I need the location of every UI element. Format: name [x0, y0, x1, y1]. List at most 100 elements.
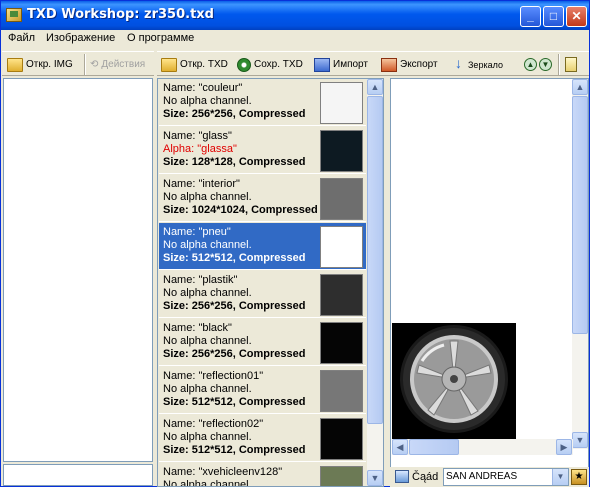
texture-name: Name: "black"	[163, 322, 232, 334]
texture-item[interactable]: Name: "plastik" No alpha channel. Size: 25…	[159, 271, 366, 318]
texture-name: Name: "reflection02"	[163, 418, 264, 430]
scroll-left-arrow[interactable]: ◀	[392, 439, 408, 455]
toolbar-separator	[84, 54, 86, 75]
menu-file[interactable]: Файл	[8, 32, 35, 44]
folder-icon	[161, 57, 177, 72]
texture-name: Name: "plastik"	[163, 274, 238, 286]
texture-thumbnail	[320, 226, 363, 268]
status-bar: Čąád SAN ANDREAS ▼ ★	[390, 467, 589, 487]
texture-thumbnail	[320, 274, 363, 316]
actions-icon: ⟲	[90, 59, 99, 70]
menu-image[interactable]: Изображение	[46, 32, 115, 44]
down-icon: ▼	[539, 58, 552, 71]
minimize-button[interactable]: _	[520, 6, 541, 27]
maximize-button[interactable]: □	[543, 6, 564, 27]
texture-thumbnail	[320, 178, 363, 220]
export-icon	[381, 57, 397, 72]
texture-size: Size: 256*256, Compressed	[163, 348, 306, 360]
open-img-label: Откр. IMG	[26, 59, 73, 70]
chevron-down-icon[interactable]: ▼	[552, 469, 568, 485]
texture-item[interactable]: Name: "glass" Alpha: "glassa" Size: 128*12…	[159, 127, 366, 174]
window-title: TXD Workshop: zr350.txd	[27, 7, 214, 22]
texture-alpha: No alpha channel.	[163, 431, 252, 443]
texture-list-scrollbar[interactable]: ▲ ▼	[367, 79, 383, 486]
import-button[interactable]: Импорт	[314, 55, 368, 74]
scroll-down-arrow[interactable]: ▼	[367, 470, 383, 486]
texture-size: Size: 256*256, Compressed	[163, 300, 306, 312]
export-button[interactable]: Экспорт	[381, 55, 438, 74]
title-bar[interactable]: TXD Workshop: zr350.txd _ □ ✕	[1, 1, 589, 30]
menu-about[interactable]: О программе	[127, 32, 194, 44]
texture-name: Name: "xvehicleenv128"	[163, 466, 283, 478]
texture-name: Name: "glass"	[163, 130, 232, 142]
mirror-label: Зеркало	[468, 59, 503, 70]
open-txd-label: Откр. TXD	[180, 59, 228, 70]
texture-name: Name: "interior"	[163, 178, 240, 190]
texture-size: Size: 512*512, Compressed	[163, 396, 306, 408]
texture-name: Name: "pneu"	[163, 226, 231, 238]
texture-size: Size: 256*256, Compressed	[163, 108, 306, 120]
texture-item[interactable]: Name: "xvehicleenv128" No alpha channel.	[159, 463, 366, 487]
save-txd-button[interactable]: Сохр. TXD	[237, 55, 303, 74]
texture-size: Size: 1024*1024, Compressed	[163, 204, 318, 216]
texture-alpha: No alpha channel.	[163, 335, 252, 347]
app-window: TXD Workshop: zr350.txd _ □ ✕ Файл Изобр…	[0, 0, 590, 487]
toolbar-separator	[558, 54, 560, 75]
scroll-up-arrow[interactable]: ▲	[367, 79, 383, 95]
notes-icon	[565, 57, 577, 72]
texture-item[interactable]: Name: "black" No alpha channel. Size: 256*…	[159, 319, 366, 366]
folder-icon	[7, 57, 23, 72]
actions-button[interactable]: ⟲ Действия	[90, 55, 145, 74]
texture-item[interactable]: Name: "reflection01" No alpha channel. Siz…	[159, 367, 366, 414]
scroll-down-arrow[interactable]: ▼	[572, 432, 588, 448]
notes-button[interactable]	[565, 55, 577, 74]
open-txd-button[interactable]: Откр. TXD	[161, 55, 228, 74]
texture-thumbnail	[320, 82, 363, 124]
scroll-up-arrow[interactable]: ▲	[572, 79, 588, 95]
texture-alpha: No alpha channel.	[163, 383, 252, 395]
texture-list[interactable]: Name: "couleur" No alpha channel. Size: 25…	[157, 78, 384, 487]
preview-hscrollbar[interactable]: ◀ ▶	[392, 439, 573, 455]
up-icon: ▲	[524, 58, 537, 71]
mirror-button[interactable]: Зеркало	[455, 55, 503, 74]
star-icon[interactable]: ★	[571, 469, 587, 485]
texture-item[interactable]: Name: "reflection02" No alpha channel. Siz…	[159, 415, 366, 462]
move-up-button[interactable]: ▲	[524, 55, 537, 74]
actions-label: Действия	[101, 59, 146, 70]
move-down-button[interactable]: ▼	[539, 55, 552, 74]
scroll-thumb[interactable]	[409, 439, 459, 455]
status-label: Čąád	[412, 471, 439, 483]
texture-thumbnail	[320, 418, 363, 460]
texture-item[interactable]: Name: "pneu" No alpha channel. Size: 512*5…	[159, 223, 366, 270]
texture-size: Size: 512*512, Compressed	[163, 252, 306, 264]
texture-name: Name: "couleur"	[163, 82, 243, 94]
import-icon	[314, 57, 330, 72]
menu-bar: Файл Изображение О программе	[1, 30, 589, 49]
texture-item[interactable]: Name: "interior" No alpha channel. Size: 1…	[159, 175, 366, 222]
scroll-thumb[interactable]	[367, 96, 383, 424]
scroll-right-arrow[interactable]: ▶	[556, 439, 572, 455]
close-button[interactable]: ✕	[566, 6, 587, 27]
app-icon	[6, 8, 22, 22]
game-version-select[interactable]: SAN ANDREAS ▼	[443, 468, 569, 486]
left-toolbar: Откр. IMG ⟲ Действия	[2, 51, 154, 76]
picture-icon	[395, 470, 409, 483]
texture-alpha: No alpha channel.	[163, 287, 252, 299]
main-toolbar: Откр. TXD Сохр. TXD Импорт Экспорт Зерка…	[157, 51, 589, 76]
img-file-list[interactable]	[3, 78, 153, 462]
texture-item[interactable]: Name: "couleur" No alpha channel. Size: 25…	[159, 79, 366, 126]
game-version-value: SAN ANDREAS	[446, 471, 518, 482]
texture-alpha: No alpha channel.	[163, 239, 252, 251]
texture-alpha: No alpha channel.	[163, 95, 252, 107]
disc-icon	[237, 57, 251, 72]
preview-vscrollbar[interactable]: ▲ ▼	[572, 79, 588, 449]
texture-name: Name: "reflection01"	[163, 370, 264, 382]
arrow-down-icon	[455, 55, 465, 72]
texture-alpha: No alpha channel.	[163, 479, 252, 487]
texture-size: Size: 128*128, Compressed	[163, 156, 306, 168]
img-search-field[interactable]	[3, 464, 153, 486]
open-img-button[interactable]: Откр. IMG	[7, 55, 73, 74]
texture-thumbnail	[320, 322, 363, 364]
save-txd-label: Сохр. TXD	[254, 59, 303, 70]
scroll-thumb[interactable]	[572, 96, 588, 334]
